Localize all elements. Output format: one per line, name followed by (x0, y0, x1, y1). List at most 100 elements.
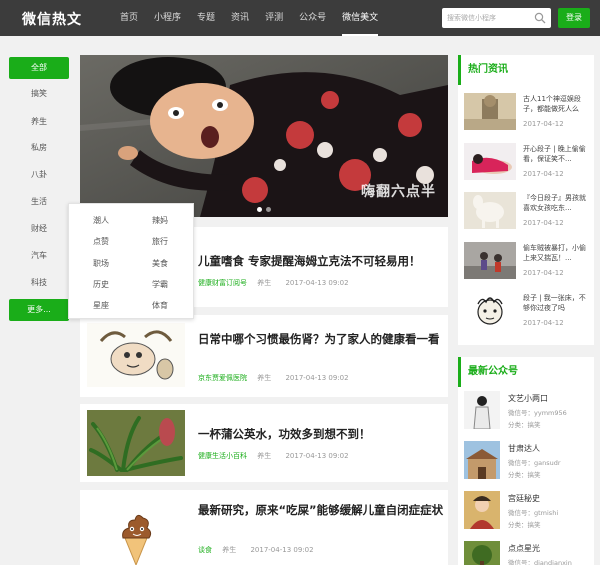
top-navbar: 微信热文 首页 小程序 专题 资讯 评测 公众号 微信美文 登录 (0, 0, 600, 36)
article-time: 2017-04-13 09:02 (285, 279, 349, 287)
cartoon-face-thumbnail[interactable] (464, 292, 516, 329)
article-time: 2017-04-13 09:02 (250, 546, 314, 554)
hot-news-text[interactable]: 古人11个神逗娱段子，都能做死人么 (523, 94, 591, 114)
carousel-dot[interactable] (257, 207, 262, 212)
hot-news-text[interactable]: 开心段子 | 晚上偷偷看，保证笑不... (523, 144, 591, 164)
search-icon[interactable] (534, 12, 546, 24)
account-item[interactable]: 甘肃达人 微信号：gansudr 分类：搞笑 (464, 441, 590, 487)
dropdown-item-top-student[interactable]: 学霸 (152, 279, 168, 290)
nav-home[interactable]: 首页 (112, 0, 146, 36)
banner-caption: 嗨翻六点半 (361, 184, 436, 200)
article-title[interactable]: 一杯蒲公英水，功效多到想不到！ (198, 426, 444, 443)
horse-thumbnail[interactable] (464, 192, 516, 229)
category-more-button[interactable]: 更多... (9, 299, 69, 321)
dropdown-item-workplace[interactable]: 职场 (93, 258, 109, 269)
article-source[interactable]: 健康生活小百科 (198, 452, 247, 460)
article-source[interactable]: 谈食 (198, 546, 212, 554)
hot-news-item[interactable]: 偷车贼被暴打，小偷上来又揣瓦！... 2017-04-12 (464, 242, 590, 286)
hot-news-item[interactable]: 段子 | 我一张床，不够你过夜了吗 2017-04-12 (464, 292, 590, 336)
building-thumbnail[interactable] (464, 441, 500, 479)
article-meta: 京东贾爱佩医院 养生 2017-04-13 09:02 (198, 373, 349, 383)
article-source[interactable]: 健康财富订阅号 (198, 279, 247, 287)
tree-thumbnail[interactable] (464, 541, 500, 565)
statue-thumbnail[interactable] (464, 93, 516, 130)
hot-news-item[interactable]: 开心段子 | 晚上偷偷看，保证笑不... 2017-04-12 (464, 143, 590, 187)
category-health[interactable]: 养生 (9, 111, 69, 133)
account-item[interactable]: 宫廷秘史 微信号：gtmishi 分类：搞笑 (464, 491, 590, 537)
hot-news-text[interactable]: 偷车贼被暴打，小偷上来又揣瓦！... (523, 243, 591, 263)
category-gossip[interactable]: 八卦 (9, 164, 69, 186)
account-wechat-id: 微信号：yymm956 (508, 409, 567, 417)
hot-news-date: 2017-04-12 (523, 269, 564, 277)
category-funny[interactable]: 搞笑 (9, 83, 69, 105)
category-tech[interactable]: 科技 (9, 272, 69, 294)
new-accounts-title: 最新公众号 (458, 357, 594, 387)
account-category: 分类：搞笑 (508, 471, 541, 479)
category-all[interactable]: 全部 (9, 57, 69, 79)
dropdown-item-likes[interactable]: 点赞 (93, 236, 109, 247)
poop-icecream-thumbnail[interactable] (87, 498, 185, 565)
category-dropdown: 潮人 辣妈 点赞 旅行 职场 美食 历史 学霸 星座 体育 (68, 203, 194, 319)
dropdown-item-food[interactable]: 美食 (152, 258, 168, 269)
nav-wechat-articles[interactable]: 微信美文 (334, 0, 386, 36)
account-name[interactable]: 甘肃达人 (508, 443, 540, 454)
article-card[interactable]: 日常中哪个习惯最伤肾？为了家人的健康看一看 京东贾爱佩医院 养生 2017-04… (80, 315, 448, 397)
article-card[interactable]: 一杯蒲公英水，功效多到想不到！ 健康生活小百科 养生 2017-04-13 09… (80, 404, 448, 482)
carousel-dot[interactable] (266, 207, 271, 212)
street-thumbnail[interactable] (464, 242, 516, 279)
article-title[interactable]: 最新研究，原来“吃屎”能够缓解儿童自闭症症状 (198, 502, 444, 519)
article-title[interactable]: 日常中哪个习惯最伤肾？为了家人的健康看一看 (198, 331, 444, 348)
account-item[interactable]: 点点星光 微信号：diandianxin (464, 541, 590, 565)
banner-carousel[interactable]: 嗨翻六点半 (80, 55, 448, 217)
account-name[interactable]: 宫廷秘史 (508, 493, 540, 504)
article-time: 2017-04-13 09:02 (285, 452, 349, 460)
main-nav: 首页 小程序 专题 资讯 评测 公众号 微信美文 (112, 0, 386, 36)
dropdown-item-hot-mom[interactable]: 辣妈 (152, 215, 168, 226)
dropdown-item-sports[interactable]: 体育 (152, 300, 168, 311)
dandelion-thumbnail[interactable] (87, 410, 185, 476)
hot-news-date: 2017-04-12 (523, 319, 564, 327)
article-meta: 健康生活小百科 养生 2017-04-13 09:02 (198, 451, 349, 461)
category-auto[interactable]: 汽车 (9, 245, 69, 267)
nav-mini-programs[interactable]: 小程序 (146, 0, 189, 36)
article-source[interactable]: 京东贾爱佩医院 (198, 374, 247, 382)
account-wechat-id: 微信号：diandianxin (508, 559, 572, 565)
search-input[interactable] (442, 8, 532, 28)
article-tag[interactable]: 养生 (257, 374, 271, 382)
category-life[interactable]: 生活 (9, 191, 69, 213)
article-time: 2017-04-13 09:02 (285, 374, 349, 382)
hot-news-panel: 热门资讯 古人11个神逗娱段子，都能做死人么 2017-04-12 开心段子 |… (458, 55, 594, 345)
category-private[interactable]: 私房 (9, 137, 69, 159)
nav-news[interactable]: 资讯 (223, 0, 257, 36)
hot-news-item[interactable]: 『今日段子』男孩就喜欢女孩吃东... 2017-04-12 (464, 192, 590, 236)
article-tag[interactable]: 养生 (222, 546, 236, 554)
dropdown-item-travel[interactable]: 旅行 (152, 236, 168, 247)
kidney-cartoon-thumbnail[interactable] (87, 323, 185, 387)
login-button[interactable]: 登录 (558, 8, 590, 28)
article-title[interactable]: 儿童嗜食 专家提醒海姆立克法不可轻易用！ (198, 253, 444, 270)
hot-news-item[interactable]: 古人11个神逗娱段子，都能做死人么 2017-04-12 (464, 93, 590, 137)
article-tag[interactable]: 养生 (257, 452, 271, 460)
account-name[interactable]: 文艺小两口 (508, 393, 548, 404)
hot-news-text[interactable]: 段子 | 我一张床，不够你过夜了吗 (523, 293, 591, 313)
dropdown-item-history[interactable]: 历史 (93, 279, 109, 290)
dropdown-item-horoscope[interactable]: 星座 (93, 300, 109, 311)
new-accounts-panel: 最新公众号 文艺小两口 微信号：yymm956 分类：搞笑 甘肃达人 微信号：g… (458, 357, 594, 565)
article-tag[interactable]: 养生 (257, 279, 271, 287)
article-card[interactable]: 最新研究，原来“吃屎”能够缓解儿童自闭症症状 谈食 养生 2017-04-13 … (80, 490, 448, 565)
article-meta: 健康财富订阅号 养生 2017-04-13 09:02 (198, 278, 349, 288)
category-finance[interactable]: 财经 (9, 218, 69, 240)
dropdown-item-trendy[interactable]: 潮人 (93, 215, 109, 226)
couple-thumbnail[interactable] (464, 391, 500, 429)
nav-official-accounts[interactable]: 公众号 (291, 0, 334, 36)
account-name[interactable]: 点点星光 (508, 543, 540, 554)
account-item[interactable]: 文艺小两口 微信号：yymm956 分类：搞笑 (464, 391, 590, 437)
palace-thumbnail[interactable] (464, 491, 500, 529)
site-logo[interactable]: 微信热文 (22, 9, 82, 29)
woman-bed-thumbnail[interactable] (464, 143, 516, 180)
nav-reviews[interactable]: 评测 (257, 0, 291, 36)
search-box (442, 8, 551, 28)
hot-news-text[interactable]: 『今日段子』男孩就喜欢女孩吃东... (523, 193, 591, 213)
nav-topics[interactable]: 专题 (189, 0, 223, 36)
hot-news-date: 2017-04-12 (523, 120, 564, 128)
